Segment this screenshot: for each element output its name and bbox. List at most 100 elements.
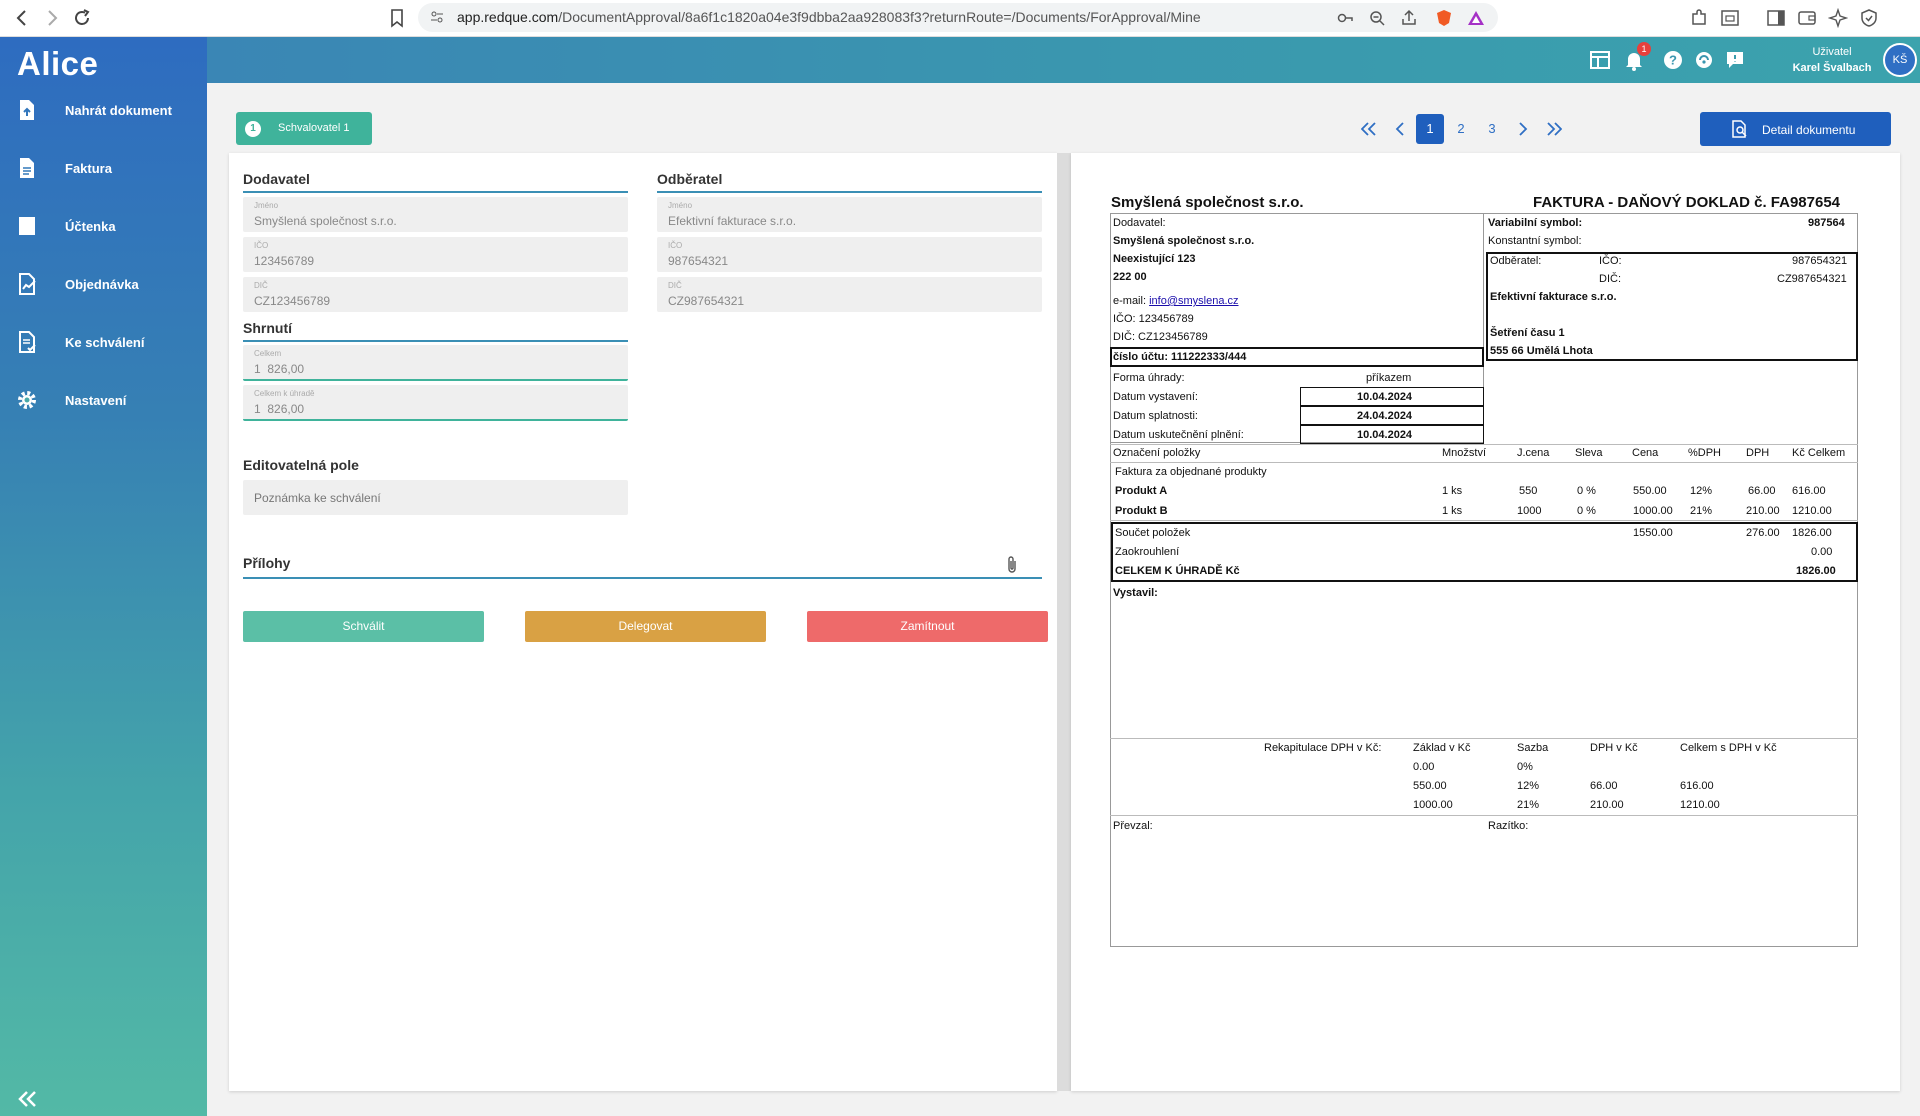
rewards-icon[interactable] [1467,9,1485,27]
approver-step-chip[interactable]: 1 Schvalovatel 1 [236,112,372,145]
sidebar-item-label: Nastavení [65,393,127,408]
inv-payment-label: Forma úhrady: [1113,372,1185,384]
inv-cust-dic-label: DIČ: [1599,273,1621,285]
app-logo[interactable]: Alice [17,45,98,83]
sidebar-item-approval[interactable]: Ke schválení [0,323,207,363]
sidebar-toggle-icon[interactable] [1766,8,1786,28]
field-value: Smyšlená společnost s.r.o. [254,214,397,228]
inv-col-unit: J.cena [1517,447,1550,459]
sidebar-item-settings[interactable]: Nastavení [0,381,207,421]
sidebar-item-receipt[interactable]: Účtenka [0,207,207,247]
panel-splitter[interactable] [1057,153,1071,1091]
vpn-shield-icon[interactable] [1859,8,1879,28]
avatar[interactable]: KŠ [1883,43,1917,77]
inv-recap-total: 616.00 [1680,780,1714,792]
inv-payment: příkazem [1366,372,1412,384]
inv-issue-label: Datum vystavení: [1113,391,1198,403]
field-label: Jméno [668,201,693,210]
sidebar-item-invoice[interactable]: Faktura [0,149,207,189]
page-2-button[interactable]: 2 [1447,114,1475,144]
approval-note-input[interactable]: Poznámka ke schválení [243,480,628,515]
chevron-left-icon [1395,122,1404,136]
help-icon[interactable]: ? [1662,49,1684,71]
inv-item-vat: 210.00 [1746,505,1780,517]
paperclip-icon[interactable] [1004,555,1020,575]
receipt-icon [19,217,35,235]
customer-name-field[interactable]: Jméno Efektivní fakturace s.r.o. [657,197,1042,232]
inv-supplier-label: Dodavatel: [1113,217,1166,229]
wallet-icon[interactable] [1797,8,1817,28]
inv-recap-base: 0.00 [1413,761,1435,773]
invoice-company: Smyšlená společnost s.r.o. [1111,194,1304,211]
brave-shield-icon[interactable] [1435,9,1453,27]
key-icon[interactable] [1336,9,1354,27]
supplier-name-field[interactable]: Jméno Smyšlená společnost s.r.o. [243,197,628,232]
approval-icon [19,331,36,353]
page-1-button[interactable]: 1 [1416,114,1444,144]
next-page-button[interactable] [1509,114,1537,144]
page-3-button[interactable]: 3 [1478,114,1506,144]
upload-file-icon [20,100,34,120]
supplier-ico-field[interactable]: IČO 123456789 [243,237,628,272]
inv-due-label: Datum splatnosti: [1113,410,1198,422]
reject-button[interactable]: Zamítnout [807,611,1048,642]
inv-col-discount: Sleva [1575,447,1603,459]
extensions-icon[interactable] [1689,8,1709,28]
inv-customer-label: Odběratel: [1490,255,1542,267]
inv-supplier-zip: 222 00 [1113,271,1147,283]
chat-icon[interactable] [1724,49,1746,71]
bookmark-icon[interactable] [389,8,405,28]
supplier-dic-field[interactable]: DIČ CZ123456789 [243,277,628,312]
document-detail-label: Detail dokumentu [1762,123,1856,137]
inv-col-vat: DPH [1746,447,1770,459]
reload-icon[interactable] [72,8,92,28]
total-to-pay-field[interactable]: Celkem k úhradě 1 826,00 [243,385,628,421]
inv-sum-vat: 276.00 [1746,527,1780,539]
field-label: IČO [254,241,269,250]
field-label: Celkem [254,349,282,358]
order-icon [19,273,36,295]
back-icon[interactable] [14,9,30,27]
inv-email-label: e-mail: [1113,295,1147,307]
inv-col-price: Cena [1632,447,1659,459]
address-bar[interactable]: app.redque.com/DocumentApproval/8a6f1c18… [418,3,1498,32]
forward-icon[interactable] [44,9,60,27]
prev-page-button[interactable] [1386,114,1414,144]
step-number: 1 [245,121,261,137]
url-text: app.redque.com/DocumentApproval/8a6f1c18… [457,9,1201,25]
site-settings-icon[interactable] [430,10,444,24]
customer-dic-field[interactable]: DIČ CZ987654321 [657,277,1042,312]
user-info[interactable]: Uživatel Karel Švalbach [1777,44,1887,76]
inv-recap-col-base: Základ v Kč [1413,742,1471,754]
delegate-button[interactable]: Delegovat [525,611,766,642]
total-field[interactable]: Celkem 1 826,00 [243,345,628,381]
inv-rounding-label: Zaokrouhlení [1115,546,1180,558]
dashboard-icon[interactable] [1589,49,1611,71]
inv-item-vat-pct: 21% [1690,505,1713,517]
inv-item-name: Produkt B [1115,505,1168,517]
document-detail-button[interactable]: Detail dokumentu [1700,112,1891,146]
sidebar-item-upload[interactable]: Nahrát dokument [0,91,207,131]
support-icon[interactable] [1693,49,1715,71]
leo-ai-icon[interactable] [1828,8,1848,28]
inv-email-link[interactable]: info@smyslena.cz [1149,295,1238,307]
first-page-button[interactable] [1355,114,1383,144]
inv-item-unit: 1000 [1517,505,1542,517]
inv-supplier-name: Smyšlená společnost s.r.o. [1113,235,1255,247]
inv-const-symbol-label: Konstantní symbol: [1488,235,1582,247]
inv-item-qty: 1 ks [1442,485,1463,497]
collapse-sidebar-icon[interactable] [16,1087,40,1111]
share-icon[interactable] [1400,9,1418,27]
user-role: Uživatel [1812,46,1852,58]
customer-ico-field[interactable]: IČO 987654321 [657,237,1042,272]
attachments-section-title: Přílohy [243,555,291,571]
sidebar-item-order[interactable]: Objednávka [0,265,207,305]
inv-tax-label: Datum uskutečnění plnění: [1113,429,1244,441]
last-page-button[interactable] [1540,114,1568,144]
zoom-icon[interactable] [1368,9,1386,27]
inv-items-intro: Faktura za objednané produkty [1115,466,1267,478]
tab-search-icon[interactable] [1720,8,1740,28]
inv-recap-vat: 210.00 [1590,799,1624,811]
approve-button[interactable]: Schválit [243,611,484,642]
app-header: 1 ? Uživatel Karel Švalbach KŠ [207,37,1920,83]
